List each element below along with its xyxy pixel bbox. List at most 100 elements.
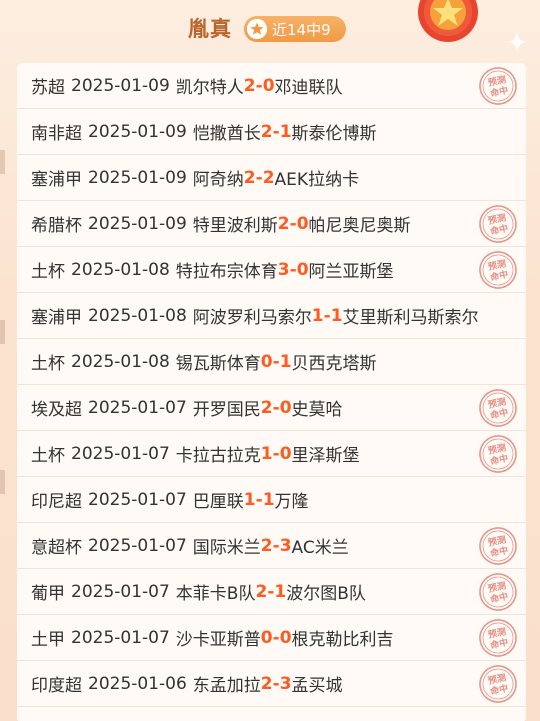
match-league: 土杯 [31, 354, 65, 374]
match-league: 苏超 [31, 78, 65, 98]
home-team: 东孟加拉 [192, 676, 261, 696]
score-sep: - [272, 673, 280, 694]
match-row[interactable]: 印尼超 2025-01-07 巴厘联 1 - 1 万隆 [17, 477, 526, 523]
side-mark [0, 470, 5, 494]
away-score: 1 [279, 121, 292, 142]
match-row[interactable]: 土甲 2025-01-07 沙卡亚斯普 0 - 0 根克勒比利吉 预测 命中 [17, 615, 526, 661]
home-score: 2 [260, 121, 273, 142]
away-score: 0 [262, 75, 275, 96]
match-league: 印尼超 [31, 492, 82, 512]
away-team: AC米兰 [291, 538, 349, 558]
away-team: 里泽斯堡 [291, 446, 360, 466]
home-score: 1 [243, 489, 256, 510]
home-team: 特里波利斯 [192, 216, 278, 236]
away-score: 1 [274, 581, 287, 602]
match-league: 土杯 [31, 262, 65, 282]
prediction-hit-stamp: 预测 命中 [473, 385, 523, 431]
match-league: 土杯 [31, 446, 65, 466]
away-team: 阿兰亚斯堡 [308, 262, 394, 282]
match-row[interactable]: 印度超 2025-01-06 东孟加拉 2 - 3 孟买城 预测 命中 [17, 661, 526, 707]
match-date: 2025-01-07 [88, 397, 187, 418]
home-score: 3 [277, 259, 290, 280]
match-date: 2025-01-07 [71, 443, 170, 464]
match-row[interactable]: 葡甲 2025-01-07 本菲卡B队 2 - 1 波尔图B队 预测 命中 [17, 569, 526, 615]
score-sep: - [272, 397, 280, 418]
match-row[interactable]: 土杯 2025-01-07 卡拉古拉克 1 - 0 里泽斯堡 预测 命中 [17, 431, 526, 477]
home-score: 2 [243, 75, 256, 96]
home-team: 恺撒酋长 [192, 124, 261, 144]
away-score: 0 [296, 259, 309, 280]
match-date: 2025-01-07 [71, 581, 170, 602]
away-score: 1 [330, 305, 343, 326]
match-league: 埃及超 [31, 400, 82, 420]
match-row[interactable]: 土杯 2025-01-08 锡瓦斯体育 0 - 1 贝西克塔斯 [17, 339, 526, 385]
match-row[interactable]: 意超杯 2025-01-07 国际米兰 2 - 3 AC米兰 预测 命中 [17, 523, 526, 569]
match-list: 苏超 2025-01-09 凯尔特人 2 - 0 邓迪联队 预测 命中 南非超 2025-… [17, 63, 526, 721]
score-sep: - [255, 75, 263, 96]
home-score: 0 [260, 627, 273, 648]
away-score: 0 [279, 627, 292, 648]
prediction-hit-stamp: 预测 命中 [473, 247, 523, 293]
match-league: 土甲 [31, 630, 65, 650]
match-league: 葡甲 [31, 584, 65, 604]
match-row[interactable]: 南非超 2025-01-09 恺撒酋长 2 - 1 斯泰伦博斯 [17, 109, 526, 155]
match-date: 2025-01-08 [71, 259, 170, 280]
sparkle-icon [506, 31, 528, 53]
home-team: 开罗国民 [192, 400, 261, 420]
home-score: 2 [260, 535, 273, 556]
match-row[interactable]: 埃及超 2025-01-07 开罗国民 2 - 0 史莫哈 预测 命中 [17, 385, 526, 431]
away-score: 3 [279, 673, 292, 694]
match-date: 2025-01-08 [71, 351, 170, 372]
score-sep: - [255, 167, 263, 188]
match-date: 2025-01-07 [88, 489, 187, 510]
match-row[interactable]: 土杯 2025-01-08 特拉布宗体育 3 - 0 阿兰亚斯堡 预测 命中 [17, 247, 526, 293]
home-team: 锡瓦斯体育 [175, 354, 261, 374]
score-sep: - [323, 305, 331, 326]
home-score: 1 [260, 443, 273, 464]
score-sep: - [272, 351, 280, 372]
away-team: 史莫哈 [291, 400, 343, 420]
match-row[interactable]: 希腊杯 2025-01-09 特里波利斯 2 - 0 帕尼奥尼奥斯 预测 命中 [17, 201, 526, 247]
score-sep: - [289, 213, 297, 234]
home-team: 本菲卡B队 [175, 584, 256, 604]
home-team: 卡拉古拉克 [175, 446, 261, 466]
match-date: 2025-01-08 [88, 305, 187, 326]
away-team: 帕尼奥尼奥斯 [308, 216, 411, 236]
record-badge-text: 近14中9 [272, 20, 331, 39]
away-score: 2 [262, 167, 275, 188]
match-row[interactable]: 塞浦甲 2025-01-08 阿波罗利马索尔 1 - 1 艾里斯利马斯索尔 [17, 293, 526, 339]
score-sep: - [255, 489, 263, 510]
away-team: 邓迪联队 [274, 78, 343, 98]
star-icon [247, 19, 267, 39]
score-sep: - [272, 627, 280, 648]
prediction-hit-stamp: 预测 命中 [473, 569, 523, 615]
match-row[interactable]: 苏超 2025-01-09 凯尔特人 2 - 0 邓迪联队 预测 命中 [17, 63, 526, 109]
home-team: 特拉布宗体育 [175, 262, 278, 282]
away-team: 艾里斯利马斯索尔 [342, 308, 479, 328]
home-team: 阿波罗利马索尔 [192, 308, 312, 328]
away-team: 贝西克塔斯 [291, 354, 377, 374]
home-team: 凯尔特人 [175, 78, 244, 98]
prediction-hit-stamp: 预测 命中 [473, 523, 523, 569]
home-score: 2 [260, 397, 273, 418]
home-score: 1 [311, 305, 324, 326]
expert-name[interactable]: 胤真 [188, 13, 232, 43]
score-sep: - [272, 535, 280, 556]
away-team: 波尔图B队 [286, 584, 366, 604]
home-team: 巴厘联 [192, 492, 244, 512]
match-row[interactable]: 塞浦甲 2025-01-09 阿奇纳 2 - 2 AEK拉纳卡 [17, 155, 526, 201]
prediction-hit-stamp: 预测 命中 [473, 201, 523, 247]
prediction-hit-stamp: 预测 命中 [473, 63, 523, 109]
match-date: 2025-01-09 [71, 75, 170, 96]
match-date: 2025-01-07 [71, 627, 170, 648]
home-score: 2 [243, 167, 256, 188]
away-team: 万隆 [274, 492, 309, 512]
home-team: 阿奇纳 [192, 170, 244, 190]
away-team: AEK拉纳卡 [274, 170, 360, 190]
score-sep: - [272, 443, 280, 464]
side-mark [0, 320, 5, 344]
match-league: 塞浦甲 [31, 170, 82, 190]
match-date: 2025-01-09 [88, 167, 187, 188]
home-team: 国际米兰 [192, 538, 261, 558]
home-score: 2 [255, 581, 268, 602]
